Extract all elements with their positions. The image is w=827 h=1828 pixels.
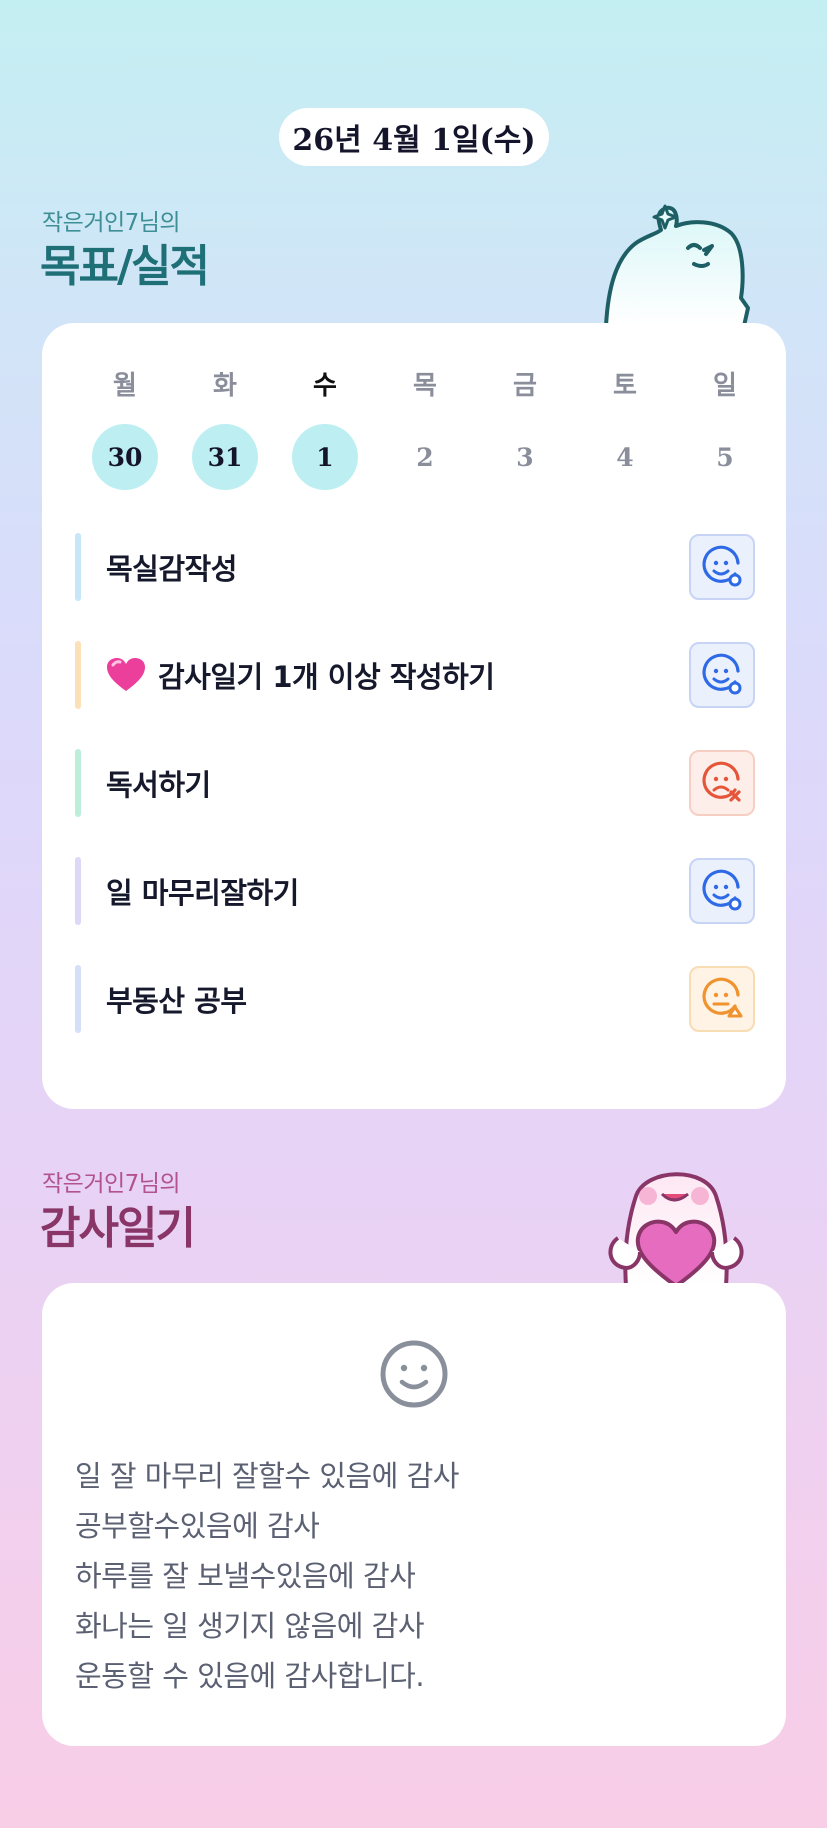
weekday-thu: 목 — [413, 371, 437, 401]
goal-status-button[interactable] — [689, 642, 755, 708]
goal-label: 목실감작성 — [106, 552, 237, 586]
diary-section-title: 감사일기 — [40, 1203, 196, 1254]
date-cell-2[interactable]: 2 — [384, 424, 466, 490]
goal-list: 목실감작성 감사일기 1개 이상 작성하기 독서하기 일 마무리잘하기 부동산 … — [75, 533, 755, 1073]
goal-label: 일 마무리잘하기 — [106, 876, 299, 910]
diary-line: 공부할수있음에 감사 — [75, 1509, 320, 1543]
goal-label: 부동산 공부 — [106, 984, 247, 1018]
diary-line: 화나는 일 생기지 않음에 감사 — [75, 1609, 425, 1643]
date-cell-4[interactable]: 4 — [584, 424, 666, 490]
date-cell-31[interactable]: 31 — [184, 424, 266, 490]
smile-face-icon — [380, 1340, 448, 1408]
goal-item[interactable]: 부동산 공부 — [75, 965, 755, 1033]
goal-item[interactable]: 독서하기 — [75, 749, 755, 817]
date-number: 3 — [516, 442, 534, 472]
diary-line: 일 잘 마무리 잘할수 있음에 감사 — [75, 1459, 459, 1493]
date-number: 31 — [192, 424, 258, 490]
weekday-mon: 월 — [113, 371, 137, 401]
goal-status-button[interactable] — [689, 858, 755, 924]
diary-line: 운동할 수 있음에 감사합니다. — [75, 1659, 425, 1693]
date-cell-30[interactable]: 30 — [84, 424, 166, 490]
weekday-sun: 일 — [713, 371, 737, 401]
goal-color-bar — [75, 641, 81, 709]
goal-status-button[interactable] — [689, 750, 755, 816]
goal-status-button[interactable] — [689, 534, 755, 600]
goal-item[interactable]: 일 마무리잘하기 — [75, 857, 755, 925]
goal-color-bar — [75, 857, 81, 925]
date-number: 30 — [92, 424, 158, 490]
diary-line: 하루를 잘 보낼수있음에 감사 — [75, 1559, 416, 1593]
goal-label-row: 감사일기 1개 이상 작성하기 — [106, 654, 495, 696]
date-cell-3[interactable]: 3 — [484, 424, 566, 490]
goal-item[interactable]: 감사일기 1개 이상 작성하기 — [75, 641, 755, 709]
goal-item[interactable]: 목실감작성 — [75, 533, 755, 601]
goal-color-bar — [75, 533, 81, 601]
mascot-heart-icon — [608, 1172, 744, 1286]
weekday-sat: 토 — [613, 371, 637, 401]
mascot-waving-icon — [604, 204, 750, 326]
weekday-wed: 수 — [313, 371, 337, 401]
week-calendar: 월 화 수 목 금 토 일 30 31 1 2 3 4 5 — [72, 365, 778, 490]
date-cell-5[interactable]: 5 — [684, 424, 766, 490]
goal-color-bar — [75, 749, 81, 817]
date-number: 5 — [716, 442, 734, 472]
date-number: 4 — [616, 442, 634, 472]
date-number: 1 — [292, 424, 358, 490]
date-pill[interactable]: 26년 4월 1일(수) — [279, 108, 549, 166]
goals-card: 월 화 수 목 금 토 일 30 31 1 2 3 4 5 목실감작성 감사일기… — [42, 323, 786, 1109]
smile-circle-icon — [702, 653, 742, 695]
goal-color-bar — [75, 965, 81, 1033]
diary-text: 일 잘 마무리 잘할수 있음에 감사 공부할수있음에 감사 하루를 잘 보낼수있… — [75, 1451, 755, 1701]
date-cell-1[interactable]: 1 — [284, 424, 366, 490]
smile-circle-icon — [702, 545, 742, 587]
date-label: 26년 4월 1일(수) — [292, 123, 536, 158]
sad-x-icon — [702, 761, 741, 802]
weekday-fri: 금 — [513, 371, 537, 401]
weekday-tue: 화 — [213, 371, 237, 401]
goal-label: 독서하기 — [106, 768, 211, 802]
goal-status-button[interactable] — [689, 966, 755, 1032]
goals-section-title: 목표/실적 — [40, 241, 210, 292]
meh-triangle-icon — [702, 977, 743, 1018]
date-number: 2 — [416, 442, 434, 472]
diary-card: 일 잘 마무리 잘할수 있음에 감사 공부할수있음에 감사 하루를 잘 보낼수있… — [42, 1283, 786, 1746]
goal-label: 감사일기 1개 이상 작성하기 — [158, 660, 495, 694]
heart-icon — [106, 657, 146, 693]
smile-circle-icon — [702, 869, 742, 911]
